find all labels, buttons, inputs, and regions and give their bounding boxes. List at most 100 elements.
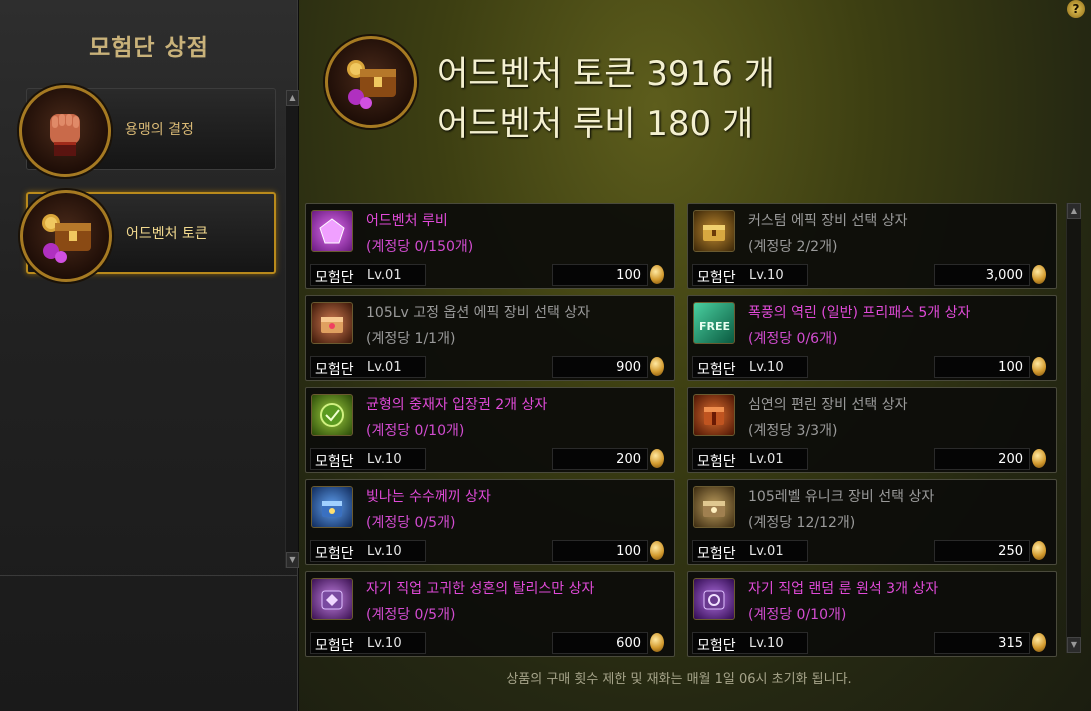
- coin-icon: [650, 633, 664, 652]
- item-name: 빛나는 수수께끼 상자: [366, 489, 491, 505]
- item-price: 315: [998, 636, 1023, 651]
- item-list-scrollbar[interactable]: ▲ ▼: [1066, 203, 1081, 653]
- item-level-box: 모험단 Lv.10: [692, 356, 808, 378]
- item-limit: (계정당 12/12개): [748, 515, 856, 531]
- svg-text:FREE: FREE: [699, 320, 730, 333]
- item-price: 200: [616, 452, 641, 467]
- shop-item-card[interactable]: 105레벨 유니크 장비 선택 상자 (계정당 12/12개) 모험단 Lv.0…: [687, 479, 1057, 565]
- ruby-gem-icon: [311, 210, 353, 252]
- sidebar-item-adventure-token[interactable]: 어드벤처 토큰: [20, 190, 276, 282]
- sidebar-scrollbar[interactable]: ▲ ▼: [285, 90, 299, 568]
- item-level: Lv.10: [367, 636, 402, 651]
- shop-item-card[interactable]: 105Lv 고정 옵션 에픽 장비 선택 상자 (계정당 1/1개) 모험단 L…: [305, 295, 675, 381]
- item-level-box: 모험단 Lv.01: [692, 448, 808, 470]
- item-level-box: 모험단 Lv.01: [310, 264, 426, 286]
- shop-item-card[interactable]: 커스텀 에픽 장비 선택 상자 (계정당 2/2개) 모험단 Lv.10 3,0…: [687, 203, 1057, 289]
- level-label: 모험단: [315, 546, 354, 562]
- shop-item-card[interactable]: 빛나는 수수께끼 상자 (계정당 0/5개) 모험단 Lv.10 100: [305, 479, 675, 565]
- shop-item-card[interactable]: 어드벤처 루비 (계정당 0/150개) 모험단 Lv.01 100: [305, 203, 675, 289]
- coin-icon: [650, 449, 664, 468]
- shop-item-card[interactable]: 균형의 중재자 입장권 2개 상자 (계정당 0/10개) 모험단 Lv.10 …: [305, 387, 675, 473]
- level-label: 모험단: [697, 546, 736, 562]
- coin-icon: [1032, 449, 1046, 468]
- item-price-box: 315: [934, 632, 1030, 654]
- shop-sidebar: 모험단 상점 용맹의 결정 어드벤처 토큰 ▲ ▼: [0, 0, 299, 711]
- item-price-box: 3,000: [934, 264, 1030, 286]
- item-level: Lv.10: [749, 268, 784, 283]
- sidebar-title: 모험단 상점: [89, 35, 209, 61]
- item-level: Lv.01: [749, 452, 784, 467]
- item-price: 600: [616, 636, 641, 651]
- item-name: 심연의 편린 장비 선택 상자: [748, 397, 908, 413]
- item-limit: (계정당 0/10개): [748, 607, 847, 623]
- item-price: 250: [998, 544, 1023, 559]
- item-limit: (계정당 0/5개): [366, 607, 456, 623]
- help-button[interactable]: ?: [1067, 0, 1085, 18]
- coin-icon: [650, 357, 664, 376]
- fist-icon: [19, 85, 111, 177]
- level-label: 모험단: [315, 270, 354, 286]
- level-label: 모험단: [315, 454, 354, 470]
- coin-icon: [650, 541, 664, 560]
- rune-box-icon: [693, 578, 735, 620]
- item-limit: (계정당 0/6개): [748, 331, 838, 347]
- shop-item-card[interactable]: 심연의 편린 장비 선택 상자 (계정당 3/3개) 모험단 Lv.01 200: [687, 387, 1057, 473]
- sidebar-item-label: 어드벤처 토큰: [126, 226, 208, 242]
- level-label: 모험단: [697, 362, 736, 378]
- item-level-box: 모험단 Lv.10: [310, 632, 426, 654]
- coin-icon: [1032, 265, 1046, 284]
- item-level-box: 모험단 Lv.01: [692, 540, 808, 562]
- item-level-box: 모험단 Lv.10: [692, 632, 808, 654]
- item-level: Lv.01: [367, 360, 402, 375]
- shop-main-panel: ? 어드벤처 토큰 3916 개 어드벤처 루비 180 개 어드벤처 루비 (…: [299, 0, 1091, 711]
- talisman-box-icon: [311, 578, 353, 620]
- shop-item-card[interactable]: FREE 폭풍의 역린 (일반) 프리패스 5개 상자 (계정당 0/6개) 모…: [687, 295, 1057, 381]
- sidebar-divider: [0, 575, 298, 576]
- scroll-down-arrow-icon[interactable]: ▼: [1067, 637, 1081, 653]
- item-level-box: 모험단 Lv.10: [310, 448, 426, 470]
- green-ticket-icon: [311, 394, 353, 436]
- shop-item-card[interactable]: 자기 직업 랜덤 룬 원석 3개 상자 (계정당 0/10개) 모험단 Lv.1…: [687, 571, 1057, 657]
- sidebar-item-valor-crystal[interactable]: 용맹의 결정: [19, 85, 276, 177]
- item-limit: (계정당 3/3개): [748, 423, 838, 439]
- item-price: 100: [616, 268, 641, 283]
- item-limit: (계정당 2/2개): [748, 239, 838, 255]
- item-limit: (계정당 0/5개): [366, 515, 456, 531]
- item-level: Lv.10: [367, 544, 402, 559]
- level-label: 모험단: [315, 638, 354, 654]
- item-level: Lv.10: [367, 452, 402, 467]
- scroll-up-arrow-icon[interactable]: ▲: [286, 90, 299, 106]
- item-name: 폭풍의 역린 (일반) 프리패스 5개 상자: [748, 305, 971, 321]
- item-price-box: 100: [552, 540, 648, 562]
- item-name: 105Lv 고정 옵션 에픽 장비 선택 상자: [366, 305, 591, 321]
- scroll-down-arrow-icon[interactable]: ▼: [286, 552, 299, 568]
- coin-icon: [1032, 357, 1046, 376]
- item-price-box: 600: [552, 632, 648, 654]
- level-label: 모험단: [697, 454, 736, 470]
- item-name: 균형의 중재자 입장권 2개 상자: [366, 397, 548, 413]
- sidebar-item-label: 용맹의 결정: [125, 122, 194, 138]
- item-price-box: 200: [552, 448, 648, 470]
- shop-item-card[interactable]: 자기 직업 고귀한 성혼의 탈리스만 상자 (계정당 0/5개) 모험단 Lv.…: [305, 571, 675, 657]
- item-name: 자기 직업 고귀한 성혼의 탈리스만 상자: [366, 581, 595, 597]
- item-price-box: 100: [934, 356, 1030, 378]
- coin-icon: [1032, 541, 1046, 560]
- scroll-up-arrow-icon[interactable]: ▲: [1067, 203, 1081, 219]
- item-price-box: 250: [934, 540, 1030, 562]
- coin-icon: [650, 265, 664, 284]
- free-pass-icon: FREE: [693, 302, 735, 344]
- item-level: Lv.01: [367, 268, 402, 283]
- mystery-box-icon: [311, 486, 353, 528]
- epic-chest-icon: [311, 302, 353, 344]
- adventure-token-icon: [325, 36, 417, 128]
- item-level: Lv.10: [749, 636, 784, 651]
- item-level-box: 모험단 Lv.10: [310, 540, 426, 562]
- ruby-balance: 어드벤처 루비 180 개: [437, 104, 754, 144]
- level-label: 모험단: [697, 638, 736, 654]
- treasure-chest-icon: [20, 190, 112, 282]
- gold-chest-icon: [693, 210, 735, 252]
- item-level-box: 모험단 Lv.01: [310, 356, 426, 378]
- item-price: 3,000: [985, 268, 1023, 283]
- item-price-box: 100: [552, 264, 648, 286]
- item-price: 900: [616, 360, 641, 375]
